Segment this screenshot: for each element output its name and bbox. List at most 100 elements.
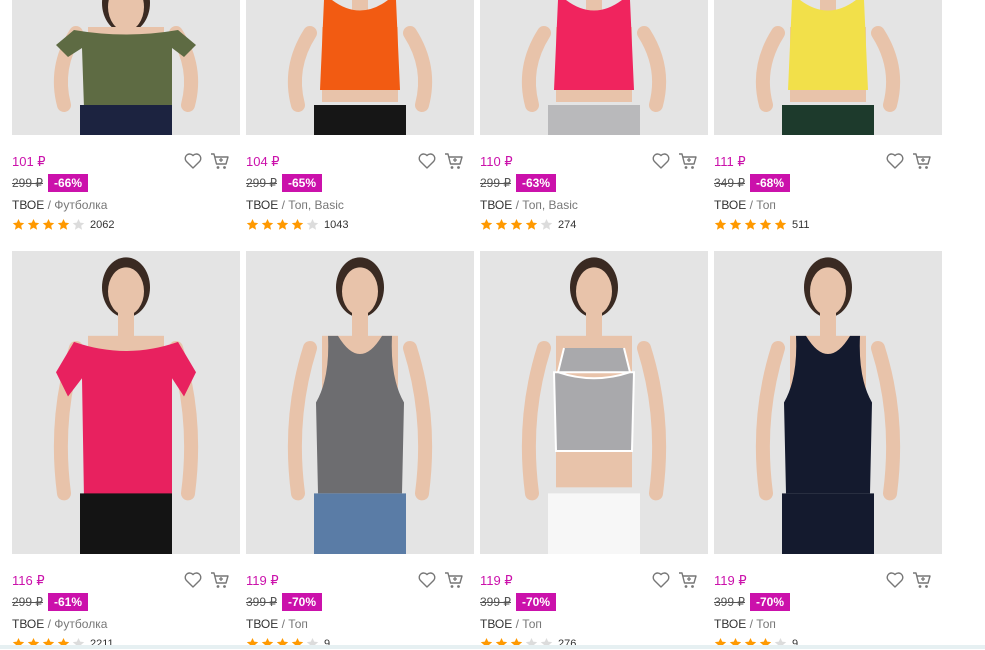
cart-icon[interactable]: [678, 570, 698, 590]
star-icon: [291, 218, 304, 230]
brand-name: ТВОЕ: [714, 617, 747, 631]
cart-icon[interactable]: [210, 570, 230, 590]
brand-name: ТВОЕ: [12, 617, 45, 631]
product-actions: [183, 570, 230, 590]
cart-icon[interactable]: [210, 151, 230, 171]
discount-badge: -70%: [750, 593, 791, 611]
product-price: 111 ₽: [714, 154, 746, 169]
product-image: [246, 0, 474, 135]
product-category: Топ: [756, 617, 776, 631]
cart-icon[interactable]: [444, 570, 464, 590]
product-photo[interactable]: [12, 251, 240, 554]
product-photo[interactable]: [714, 0, 942, 135]
brand-name: ТВОЕ: [714, 198, 747, 212]
brand-separator: /: [44, 198, 55, 212]
horizontal-scrollbar[interactable]: [0, 645, 985, 649]
star-icon: [57, 218, 70, 230]
star-icon: [306, 218, 319, 230]
brand-row[interactable]: ТВОЕ / Топ, Basic: [480, 198, 578, 212]
old-price-row: 299 ₽ -66%: [12, 174, 89, 192]
product-price: 104 ₽: [246, 154, 280, 169]
product-price: 119 ₽: [246, 573, 279, 588]
brand-separator: /: [278, 617, 289, 631]
heart-icon[interactable]: [885, 570, 905, 590]
product-image: [12, 0, 240, 135]
rating-row: 511: [714, 218, 810, 231]
star-icon: [774, 218, 787, 230]
product-price: 110 ₽: [480, 154, 513, 169]
product-category: Футболка: [54, 198, 108, 212]
product-photo[interactable]: [12, 0, 240, 135]
brand-row[interactable]: ТВОЕ / Топ: [714, 617, 776, 631]
star-icon: [42, 218, 55, 230]
old-price-row: 299 ₽ -65%: [246, 174, 323, 192]
product-actions: [183, 151, 230, 171]
star-icon: [72, 218, 85, 230]
product-photo[interactable]: [480, 251, 708, 554]
rating-stars: [246, 218, 319, 231]
brand-row[interactable]: ТВОЕ / Футболка: [12, 198, 107, 212]
brand-separator: /: [512, 617, 523, 631]
brand-separator: /: [44, 617, 55, 631]
product-category: Футболка: [54, 617, 108, 631]
heart-icon[interactable]: [651, 151, 671, 171]
product-image: [480, 0, 708, 135]
star-icon: [495, 218, 508, 230]
heart-icon[interactable]: [417, 151, 437, 171]
star-icon: [729, 218, 742, 230]
heart-icon[interactable]: [651, 570, 671, 590]
product-actions: [651, 570, 698, 590]
discount-badge: -63%: [516, 174, 557, 192]
old-price-row: 399 ₽ -70%: [714, 593, 791, 611]
product-category: Топ: [288, 617, 308, 631]
product-price: 119 ₽: [714, 573, 747, 588]
brand-row[interactable]: ТВОЕ / Топ, Basic: [246, 198, 344, 212]
product-image: [714, 251, 942, 554]
product-photo[interactable]: [246, 0, 474, 135]
brand-row[interactable]: ТВОЕ / Топ: [246, 617, 308, 631]
product-image: [714, 0, 942, 135]
star-icon: [27, 218, 40, 230]
old-price: 299 ₽: [12, 176, 43, 190]
product-photo[interactable]: [714, 251, 942, 554]
brand-row[interactable]: ТВОЕ / Топ: [714, 198, 776, 212]
heart-icon[interactable]: [183, 151, 203, 171]
old-price: 399 ₽: [480, 595, 511, 609]
heart-icon[interactable]: [417, 570, 437, 590]
rating-stars: [714, 218, 787, 231]
review-count: 274: [558, 218, 577, 231]
heart-icon[interactable]: [183, 570, 203, 590]
discount-badge: -70%: [516, 593, 557, 611]
star-icon: [714, 218, 727, 230]
old-price-row: 349 ₽ -68%: [714, 174, 791, 192]
old-price: 349 ₽: [714, 176, 745, 190]
product-actions: [885, 151, 932, 171]
cart-icon[interactable]: [444, 151, 464, 171]
product-price: 119 ₽: [480, 573, 513, 588]
product-photo[interactable]: [246, 251, 474, 554]
product-price: 116 ₽: [12, 573, 45, 588]
product-category: Топ, Basic: [288, 198, 344, 212]
old-price-row: 299 ₽ -61%: [12, 593, 89, 611]
brand-row[interactable]: ТВОЕ / Футболка: [12, 617, 107, 631]
rating-row: 1043: [246, 218, 348, 231]
product-photo[interactable]: [480, 0, 708, 135]
brand-name: ТВОЕ: [246, 617, 279, 631]
old-price: 399 ₽: [246, 595, 277, 609]
product-actions: [651, 151, 698, 171]
product-image: [480, 251, 708, 554]
cart-icon[interactable]: [678, 151, 698, 171]
star-icon: [276, 218, 289, 230]
star-icon: [12, 218, 25, 230]
heart-icon[interactable]: [885, 151, 905, 171]
brand-row[interactable]: ТВОЕ / Топ: [480, 617, 542, 631]
cart-icon[interactable]: [912, 570, 932, 590]
cart-icon[interactable]: [912, 151, 932, 171]
star-icon: [480, 218, 493, 230]
old-price: 399 ₽: [714, 595, 745, 609]
brand-name: ТВОЕ: [246, 198, 279, 212]
old-price-row: 299 ₽ -63%: [480, 174, 557, 192]
product-actions: [417, 151, 464, 171]
brand-name: ТВОЕ: [480, 198, 513, 212]
old-price-row: 399 ₽ -70%: [246, 593, 323, 611]
